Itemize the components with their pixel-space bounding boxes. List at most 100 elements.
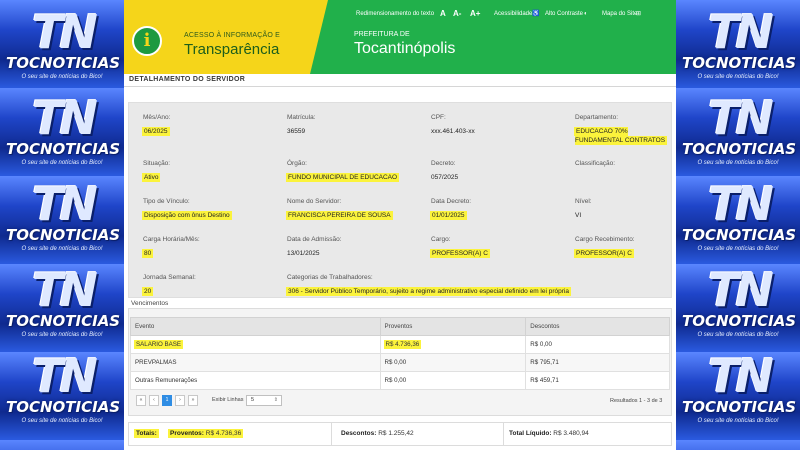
field-value: PROFESSOR(A) C [431, 250, 489, 257]
page-title: DETALHAMENTO DO SERVIDOR [129, 76, 246, 83]
first-page-button[interactable]: « [136, 395, 146, 406]
totals-proventos: Proventos: R$ 4.736,36 [169, 430, 243, 437]
tn-logo: TN TOCNOTICIAS O seu site de notícias do… [6, 177, 120, 260]
field-categorias: Categorias de Trabalhadores: 306 - Servi… [287, 273, 667, 296]
tn-logo-slogan: O seu site de notícias do Bico! [21, 160, 103, 166]
tn-logo-slogan: O seu site de notícias do Bico! [697, 418, 779, 424]
field-label: Situação: [143, 160, 171, 167]
page-1-button[interactable]: 1 [162, 395, 172, 406]
field-value: Disposição com ônus Destino [143, 212, 231, 219]
tn-logo-mark: TN [32, 263, 98, 317]
tn-logo-slogan: O seu site de notícias do Bico! [697, 160, 779, 166]
sitemap-link[interactable]: Mapa do Site [602, 8, 637, 20]
last-page-button[interactable]: » [188, 395, 198, 406]
high-contrast-link[interactable]: Alto Contraste [545, 8, 583, 20]
field-label: Categorias de Trabalhadores: [287, 274, 373, 281]
field-departamento: Departamento: EDUCACAO 70% FUNDAMENTAL C… [575, 113, 671, 145]
tn-logo-word: TOCNOTICIAS [6, 54, 121, 72]
tn-logo-word: TOCNOTICIAS [682, 398, 797, 416]
column-header-descontos[interactable]: Descontos [525, 317, 670, 336]
tn-logo-mark: TN [708, 349, 774, 403]
rows-per-page-select[interactable]: 5 ⇕ [246, 395, 282, 406]
prev-page-button[interactable]: ‹ [149, 395, 159, 406]
field-matricula: Matrícula: 36559 [287, 113, 427, 136]
tn-logo-mark: TN [708, 263, 774, 317]
table-cell-proventos: R$ 0,00 [379, 353, 527, 372]
field-classificacao: Classificação: [575, 159, 671, 173]
table-cell-descontos: R$ 795,71 [525, 353, 670, 372]
field-value: xxx.461.403-xx [431, 128, 475, 135]
tn-logo-word: TOCNOTICIAS [6, 398, 121, 416]
tn-logo-word: TOCNOTICIAS [682, 140, 797, 158]
tn-logo: TN TOCNOTICIAS O seu site de notícias do… [6, 5, 121, 88]
tn-logo: TN TOCNOTICIAS O seu site de notícias do… [682, 8, 796, 88]
field-label: Órgão: [287, 160, 307, 167]
table-cell-evento: PREVPALMAS [130, 353, 381, 372]
tn-logo-slogan: O seu site de notícias do Bico! [697, 74, 779, 80]
brand-title[interactable]: Transparência [184, 41, 279, 58]
rows-per-page-label: Exibir Linhas [212, 397, 244, 403]
font-increase-button[interactable]: A+ [470, 8, 480, 20]
field-value: FRANCISCA PEREIRA DE SOUSA [287, 212, 392, 219]
tn-logo-slogan: O seu site de notícias do Bico! [697, 246, 779, 252]
tn-logo-mark: TN [32, 177, 98, 231]
field-label: Jornada Semanal: [143, 274, 196, 281]
tn-logo: TN TOCNOTICIAS O seu site de notícias do… [682, 180, 796, 260]
field-nome-servidor: Nome do Servidor: FRANCISCA PEREIRA DE S… [287, 197, 427, 220]
field-value: PROFESSOR(A) C [575, 250, 633, 257]
field-data-admissao: Data de Admissão: 13/01/2025 [287, 235, 427, 258]
field-label: Cargo: [431, 236, 451, 243]
right-watermark-banner: TN TOCNOTICIAS O seu site de notícias do… [676, 0, 800, 450]
field-cargo: Cargo: PROFESSOR(A) C [431, 235, 571, 258]
field-label: Carga Horária/Mês: [143, 236, 200, 243]
field-value: 13/01/2025 [287, 250, 320, 257]
field-label: Mês/Ano: [143, 114, 171, 121]
field-orgao: Órgão: FUNDO MUNICIPAL DE EDUCACAO [287, 159, 427, 182]
next-page-button[interactable]: › [175, 395, 185, 406]
field-label: Decreto: [431, 160, 456, 167]
column-header-proventos[interactable]: Proventos [379, 317, 527, 336]
field-label: Departamento: [575, 114, 618, 121]
tn-logo: TN TOCNOTICIAS O seu site de notícias do… [6, 263, 121, 346]
tn-logo: TN TOCNOTICIAS O seu site de notícias do… [6, 91, 120, 174]
table-row: SALARIO BASE R$ 4.736,36 R$ 0,00 [130, 335, 670, 354]
field-value: 36559 [287, 128, 306, 135]
tn-logo: TN TOCNOTICIAS O seu site de notícias do… [682, 94, 797, 174]
info-icon[interactable]: i [132, 26, 162, 56]
prefeitura-title[interactable]: Tocantinópolis [354, 40, 455, 58]
field-value: 01/01/2025 [431, 212, 466, 219]
totals-liquido: Total Líquido: R$ 3.480,94 [509, 430, 589, 437]
accessibility-link[interactable]: Acessibilidade [494, 8, 532, 20]
totals-bar: Totais: Proventos: R$ 4.736,36 Descontos… [128, 422, 672, 446]
screenshot-stage: TN TOCNOTICIAS O seu site de notícias do… [0, 0, 800, 450]
field-value: VI [575, 212, 582, 219]
totals-label: Totais: [135, 430, 158, 437]
field-value: FUNDO MUNICIPAL DE EDUCACAO [287, 174, 399, 181]
contrast-icon[interactable]: ◐ [584, 8, 588, 20]
sitemap-icon[interactable]: ⊞ [636, 8, 641, 20]
results-count: Resultados 1 - 3 de 3 [610, 398, 663, 404]
font-decrease-button[interactable]: A- [453, 8, 461, 20]
tn-logo-mark: TN [32, 5, 98, 59]
table-cell-proventos: R$ 4.736,36 [379, 335, 527, 354]
transparency-page: i ACESSO À INFORMAÇÃO E Transparência PR… [124, 0, 676, 450]
field-situacao: Situação: Ativo [143, 159, 283, 182]
field-label: Data de Admissão: [287, 236, 342, 243]
prefeitura-subtitle: PREFEITURA DE [354, 31, 410, 38]
accessibility-icon[interactable]: ♿ [532, 8, 539, 20]
table-cell-evento: Outras Remunerações [130, 371, 381, 390]
field-label: CPF: [431, 114, 446, 121]
tn-logo-word: TOCNOTICIAS [6, 312, 121, 330]
vencimentos-title: Vencimentos [131, 300, 169, 307]
field-value: 057/2025 [431, 174, 459, 181]
field-jornada-semanal: Jornada Semanal: 20 [143, 273, 283, 296]
vencimentos-panel: Evento Proventos Descontos SALARIO BASE … [128, 308, 672, 416]
field-nivel: Nível: VI [575, 197, 671, 220]
field-tipo-vinculo: Tipo de Vínculo: Disposição com ônus Des… [143, 197, 283, 220]
font-normal-button[interactable]: A [440, 8, 446, 20]
table-cell-descontos: R$ 0,00 [525, 335, 670, 354]
column-header-evento[interactable]: Evento [130, 317, 381, 336]
tn-logo-mark: TN [32, 91, 98, 145]
field-decreto: Decreto: 057/2025 [431, 159, 571, 182]
tn-logo-slogan: O seu site de notícias do Bico! [21, 74, 103, 80]
